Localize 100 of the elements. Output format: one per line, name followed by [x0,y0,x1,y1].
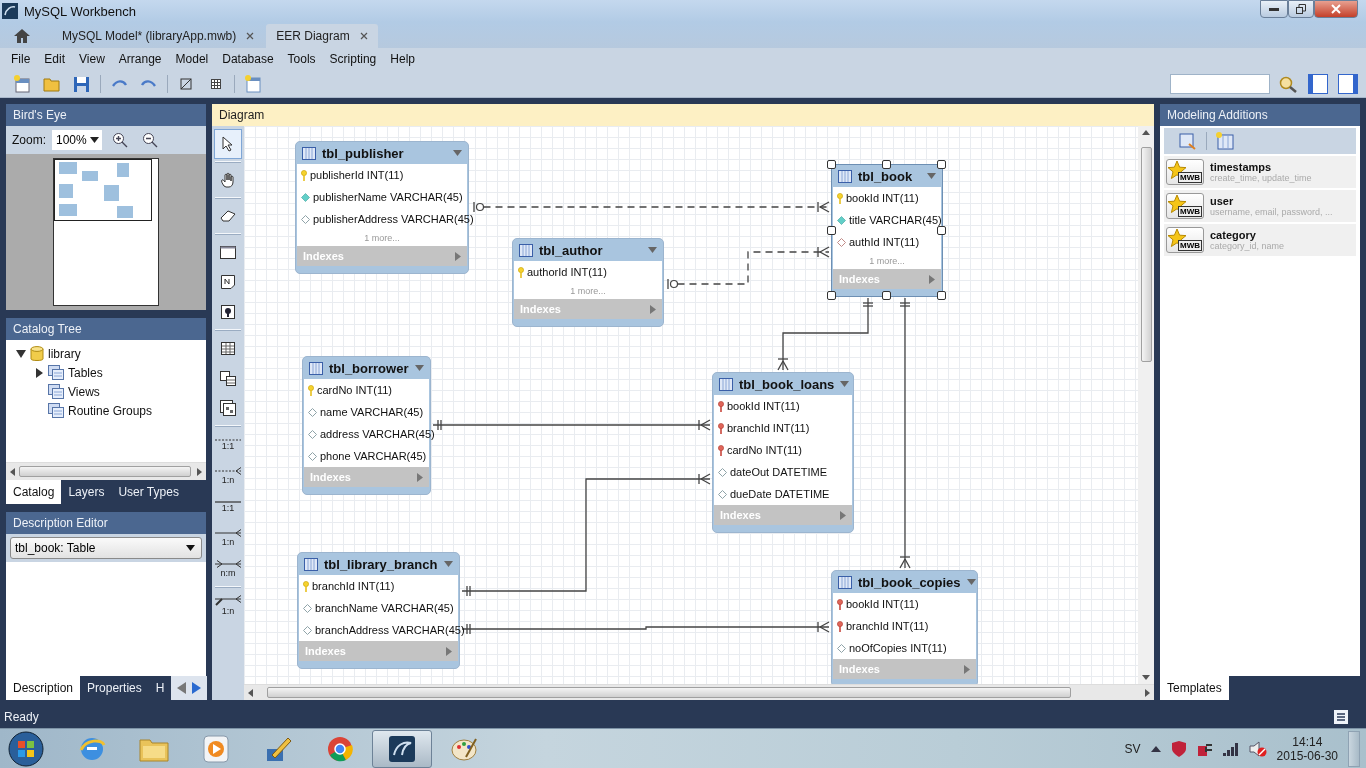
play-icon [203,734,229,763]
relationship-line[interactable] [777,297,874,371]
menu-item[interactable]: View [72,52,112,66]
relationship-tool[interactable]: 1:1 [214,491,242,522]
entity-name: tbl_book_copies [858,574,961,590]
template-item[interactable]: MWB category category_id, name [1164,224,1356,256]
page-preview[interactable] [53,158,159,306]
relationship-tool[interactable]: 1:n [214,590,242,621]
menu-item[interactable]: Model [168,52,216,66]
left-panel-toggle[interactable] [1306,72,1330,95]
collapse-arrow-icon[interactable] [16,348,26,359]
column-text: dueDate DATETIME [730,488,830,500]
resize-handle[interactable] [827,291,836,300]
resize-handle[interactable] [827,160,836,169]
folder-icon [43,75,61,92]
key-icon [837,620,843,632]
template-item[interactable]: MWB user username, email, password, ... [1164,190,1356,222]
entity-name: tbl_library_branch [324,556,438,572]
expand-arrow-icon [840,510,846,520]
minimize-button[interactable] [1260,0,1288,18]
previous-tab-icon[interactable] [177,682,187,694]
output-panel-icon[interactable] [1334,710,1348,724]
signal-icon[interactable] [1222,741,1239,756]
caret-icon [966,579,976,585]
diamond-icon [303,625,312,635]
right-panel-toggle[interactable] [1336,72,1360,95]
caret-icon [927,173,936,179]
key-icon [308,384,314,396]
object-select[interactable]: tbl_book: Table [10,537,202,559]
resize-handle[interactable] [937,225,946,235]
panel-tab[interactable]: Properties [80,676,149,700]
panel-icon [1338,73,1358,94]
new-table-icon [1216,132,1234,150]
entity-card[interactable]: tbl_book_copies bookId INT(11) branchId INT(11) noOfCopies INT(11) Indexes [831,570,978,684]
language-indicator[interactable]: SV [1124,741,1141,756]
minimize-icon [1269,7,1279,11]
column-text: title VARCHAR(45) [849,214,942,226]
expand-arrow-icon[interactable] [34,367,44,378]
panel-tab[interactable]: H [148,676,172,700]
grid-icon [211,78,221,89]
horizontal-scrollbar[interactable] [6,462,206,480]
speaker-icon[interactable] [1248,740,1267,757]
zoom-select[interactable]: 100% [52,130,102,150]
search-field[interactable] [1170,73,1270,94]
app-logo-icon [2,3,18,19]
template-item[interactable]: MWB timestamps create_time, update_time [1164,156,1356,188]
chrome-icon [326,734,354,763]
panel-tab[interactable]: Templates [1160,676,1229,700]
relationship-tool[interactable]: n:m [214,553,242,584]
menu-item[interactable]: File [4,52,38,66]
resize-handle[interactable] [937,160,946,169]
column-text: dateOut DATETIME [730,466,827,478]
restore-button[interactable] [1288,0,1314,18]
tree-item[interactable]: Tables [68,365,103,380]
close-button[interactable] [1314,0,1358,18]
relationship-line[interactable] [461,473,711,597]
document-tab[interactable]: MySQL Model* (libraryApp.mwb) [52,24,265,48]
relationship-tool[interactable]: 1:1 [214,429,242,460]
column-text: noOfCopies INT(11) [849,642,947,654]
tree-item[interactable]: library [48,346,81,361]
relationship-line[interactable] [473,201,830,213]
resize-handle[interactable] [882,291,891,300]
panel-tab[interactable]: Catalog [6,480,62,504]
diagram-canvas[interactable] [244,126,1138,684]
clock[interactable]: 14:14 2015-06-30 [1276,734,1338,763]
resize-handle[interactable] [827,225,836,235]
panel-tab[interactable]: Layers [61,480,112,504]
entity-card[interactable]: tbl_book_loans bookId INT(11) branchId INT(11) cardNo INT(11) dateOut DATETIME dueDate DATETIME Indexes [712,372,854,533]
tree-item[interactable]: Views [68,384,100,399]
folder-icon [48,403,64,418]
relationship-line[interactable] [667,246,830,290]
indexes-label: Indexes [720,509,761,521]
resize-handle[interactable] [937,291,946,300]
tab-label: EER Diagram [276,29,350,43]
search-icon [1279,74,1297,93]
menu-item[interactable]: Arrange [111,52,169,66]
table-icon [304,557,318,571]
badge-label: MWB [1178,206,1202,217]
relationship-tool[interactable]: 1:n [214,460,242,491]
menu-item[interactable]: Database [215,52,281,66]
relationship-line[interactable] [899,297,911,569]
menu-item[interactable]: Scripting [322,52,384,66]
taskbar-app[interactable] [372,729,432,768]
shield-icon[interactable] [1170,740,1187,757]
menu-item[interactable]: Help [383,52,422,66]
panel-tab[interactable]: User Types [111,480,186,504]
show-hidden-icon[interactable] [1150,745,1161,752]
relationship-tool[interactable]: 1:n [214,522,242,553]
resize-handle[interactable] [882,160,891,169]
menu-item[interactable]: Edit [37,52,73,66]
column-text: publisherName VARCHAR(45) [313,191,463,203]
tree-item[interactable]: Routine Groups [68,403,153,418]
next-tab-icon[interactable] [192,682,202,694]
document-tab[interactable]: EER Diagram [266,24,378,48]
horizontal-scrollbar[interactable] [244,684,1154,700]
vertical-scrollbar[interactable] [1138,126,1154,684]
relationship-line[interactable] [432,419,711,431]
panel-tab[interactable]: Description [6,676,81,700]
menu-item[interactable]: Tools [280,52,323,66]
eraser-icon [220,210,236,222]
